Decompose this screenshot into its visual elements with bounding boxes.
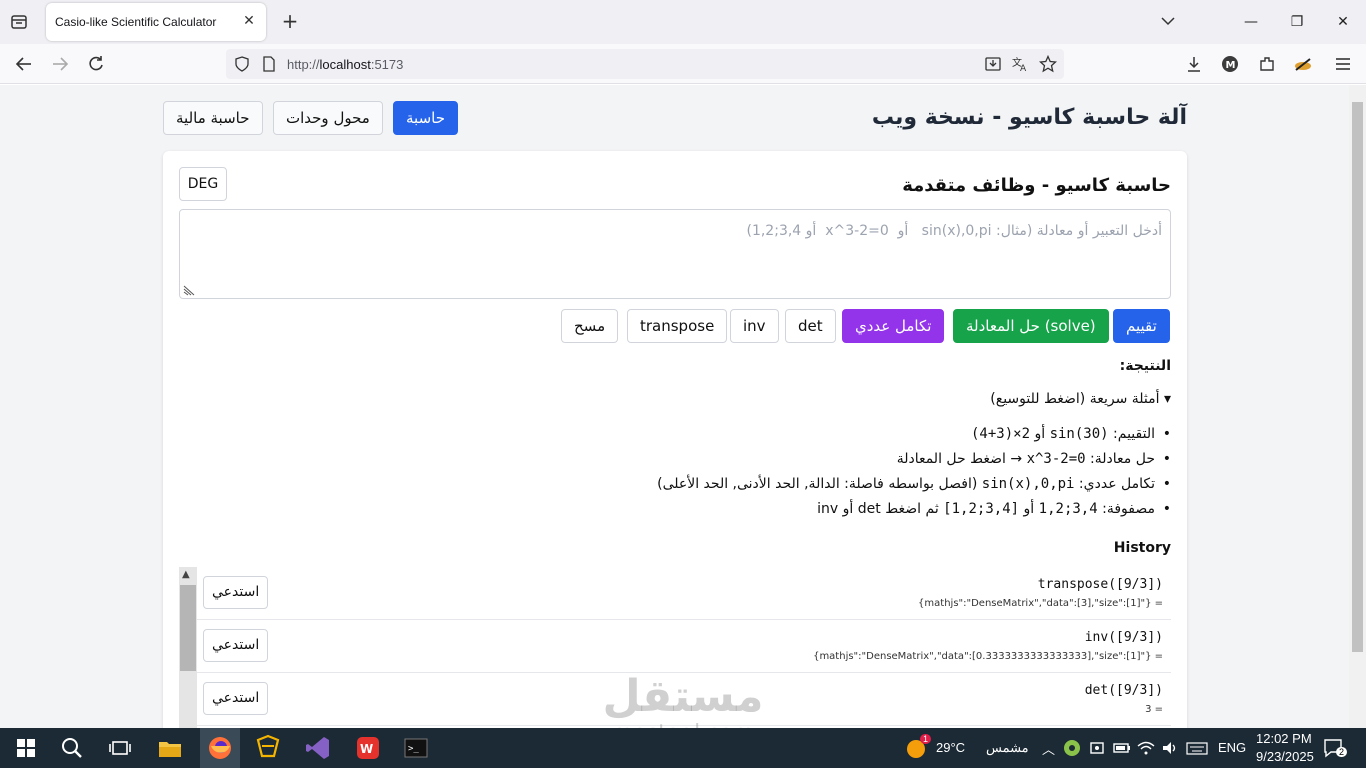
history-scroll-thumb[interactable] [180, 585, 196, 671]
history-row: transpose([9/3]) {mathjs":"DenseMatrix",… [197, 567, 1171, 620]
minimize-icon[interactable]: — [1241, 12, 1261, 32]
close-tab-icon[interactable]: ✕ [240, 12, 258, 30]
translate-icon[interactable]: 文A [1011, 55, 1029, 73]
resize-grip-icon[interactable] [182, 284, 196, 296]
keyboard-icon[interactable] [1186, 738, 1208, 758]
evaluate-button[interactable]: تقييم [1113, 309, 1170, 343]
tab-title: Casio-like Scientific Calculator [55, 15, 217, 29]
page-scroll-thumb[interactable] [1352, 102, 1363, 652]
forward-arrow-icon[interactable] [50, 54, 70, 74]
scroll-up-icon[interactable]: ▲ [182, 569, 190, 580]
examples-list: التقييم: sin(30) أو 2×(3+4) حل معادلة: x… [657, 423, 1171, 523]
history-expression: det([9/3]) [1084, 683, 1163, 698]
expression-placeholder: أدخل التعبير أو معادلة (مثال: sin(x),0,p… [746, 223, 1162, 239]
recall-button[interactable]: استدعي [203, 682, 269, 715]
watermark-arabic: مستقل [602, 671, 764, 722]
page-icon[interactable] [262, 56, 276, 72]
browser-window: Casio-like Scientific Calculator ✕ + — ❐… [0, 0, 1366, 728]
wifi-icon[interactable] [1136, 738, 1156, 758]
navigation-bar: http://localhost:5173 文A M [0, 44, 1366, 84]
inv-button[interactable]: inv [730, 309, 779, 343]
svg-text:A: A [1020, 64, 1027, 73]
extension-logo-icon[interactable] [1293, 54, 1313, 74]
solve-button[interactable]: حل المعادلة (solve) [953, 309, 1109, 343]
url-text[interactable]: http://localhost:5173 [287, 57, 403, 72]
camera-icon[interactable] [1088, 738, 1108, 758]
list-item: التقييم: sin(30) أو 2×(3+4) [657, 423, 1171, 448]
wps-office-icon[interactable]: W [354, 734, 382, 762]
page-content: آلة حاسبة كاسيو - نسخة ويب حاسبة محول وح… [0, 85, 1349, 728]
reload-icon[interactable] [86, 54, 106, 74]
svg-text:M: M [1226, 60, 1236, 71]
firefox-icon[interactable] [206, 734, 234, 762]
history-result: {mathjs":"DenseMatrix","data":[3],"size"… [918, 598, 1163, 609]
calculator-title: حاسبة كاسيو - وظائف متقدمة [902, 175, 1171, 196]
close-window-icon[interactable]: ✕ [1333, 12, 1353, 32]
history-expression: inv([9/3]) [1084, 630, 1163, 645]
list-item: مصفوفة: 3,4;1,2 أو [3,4;1,2] ثم اضغط det… [657, 498, 1171, 523]
history-result: {mathjs":"DenseMatrix","data":[0.3333333… [813, 651, 1163, 662]
active-tab[interactable]: Casio-like Scientific Calculator ✕ [46, 3, 266, 41]
page-scrollbar[interactable] [1349, 85, 1366, 728]
integrate-button[interactable]: تكامل عددي [842, 309, 945, 343]
language-indicator[interactable]: ENG [1218, 740, 1246, 755]
transpose-button[interactable]: transpose [627, 309, 728, 343]
recall-button[interactable]: استدعي [203, 629, 269, 662]
clock-date[interactable]: 9/23/2025 [1256, 749, 1314, 764]
task-view-icon[interactable] [106, 734, 134, 762]
chevron-down-icon[interactable] [1159, 12, 1177, 30]
weather-description[interactable]: مشمس [986, 740, 1029, 756]
account-avatar-icon[interactable]: M [1220, 54, 1240, 74]
history-result: 3 = [1145, 704, 1163, 715]
history-expression: transpose([9/3]) [1037, 577, 1163, 592]
restore-icon[interactable]: ❐ [1287, 12, 1307, 32]
result-label: النتيجة: [1119, 358, 1171, 374]
svg-text:W: W [360, 742, 373, 756]
bookmark-star-icon[interactable] [1039, 55, 1057, 73]
list-all-tabs-icon[interactable] [10, 13, 28, 31]
battery-icon[interactable] [1112, 738, 1132, 758]
expression-input[interactable]: أدخل التعبير أو معادلة (مثال: sin(x),0,p… [179, 209, 1171, 299]
terminal-icon[interactable]: >_ [402, 734, 430, 762]
svg-text:>_: >_ [408, 744, 419, 754]
history-heading: History [1113, 540, 1171, 556]
weather-badge: 1 [920, 734, 932, 744]
taskbar: W >_ 1 29°C مشمس ︿ ENG 12:02 PM 9/23/202… [0, 728, 1366, 768]
tray-app-icon[interactable] [1062, 738, 1082, 758]
back-arrow-icon[interactable] [14, 54, 34, 74]
new-tab-icon[interactable]: + [280, 11, 300, 31]
url-bar[interactable]: http://localhost:5173 文A [226, 49, 1064, 79]
volume-icon[interactable] [1160, 738, 1180, 758]
examples-toggle[interactable]: ▾ أمثلة سريعة (اضغط للتوسيع) [990, 391, 1171, 407]
angle-mode-button[interactable]: DEG [179, 167, 227, 201]
det-button[interactable]: det [785, 309, 836, 343]
page-title: آلة حاسبة كاسيو - نسخة ويب [871, 105, 1187, 130]
downloads-icon[interactable] [1184, 54, 1204, 74]
calculator-card: حاسبة كاسيو - وظائف متقدمة DEG أدخل التع… [163, 151, 1187, 728]
file-explorer-icon[interactable] [156, 734, 184, 762]
app-tool-icon[interactable] [254, 734, 282, 762]
clear-button[interactable]: مسح [561, 309, 619, 343]
chevron-up-icon[interactable]: ︿ [1042, 739, 1055, 758]
visual-studio-icon[interactable] [304, 734, 332, 762]
history-row: inv([9/3]) {mathjs":"DenseMatrix","data"… [197, 620, 1171, 673]
clock-time[interactable]: 12:02 PM [1256, 731, 1312, 746]
nav-financial-calculator-button[interactable]: حاسبة مالية [163, 101, 263, 135]
hamburger-menu-icon[interactable] [1333, 54, 1353, 74]
search-icon[interactable] [58, 734, 86, 762]
tab-strip: Casio-like Scientific Calculator ✕ + — ❐… [0, 0, 1366, 44]
nav-unit-converter-button[interactable]: محول وحدات [273, 101, 383, 135]
weather-temperature[interactable]: 29°C [936, 740, 965, 755]
recall-button[interactable]: استدعي [203, 576, 269, 609]
extensions-icon[interactable] [1257, 54, 1277, 74]
history-scrollbar[interactable]: ▲ [179, 567, 197, 728]
windows-start-icon[interactable] [12, 734, 40, 762]
shield-icon[interactable] [234, 56, 250, 72]
list-item: حل معادلة: x^3-2=0 → اضغط حل المعادلة [657, 448, 1171, 473]
list-item: تكامل عددي: sin(x),0,pi (افصل بواسطه فاص… [657, 473, 1171, 498]
save-page-icon[interactable] [984, 55, 1002, 73]
nav-calculator-button[interactable]: حاسبة [393, 101, 458, 135]
notification-count: 2 [1336, 747, 1348, 757]
